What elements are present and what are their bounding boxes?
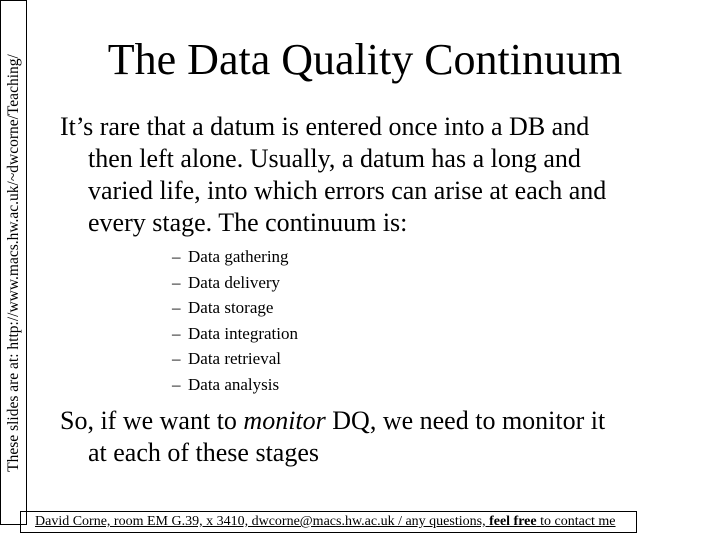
footer-contact-text: David Corne, room EM G.39, x 3410, dwcor… — [35, 513, 616, 531]
dash-bullet-icon: – — [172, 323, 181, 343]
slide-title: The Data Quality Continuum — [107, 35, 623, 84]
list-item: – Data integration — [172, 321, 298, 347]
stage-label: Data gathering — [188, 247, 289, 266]
stages-list: – Data gathering – Data delivery – Data sto… — [172, 244, 298, 398]
intro-line: varied life, into which errors can arise… — [88, 176, 607, 205]
conclusion-text: DQ, we need to monitor it — [325, 406, 606, 435]
list-item: – Data delivery — [172, 270, 298, 296]
dash-bullet-icon: – — [172, 374, 181, 394]
list-item: – Data analysis — [172, 372, 298, 398]
intro-paragraph: It’s rare that a datum is entered once i… — [60, 111, 660, 239]
list-item: – Data storage — [172, 295, 298, 321]
intro-line: every stage. The continuum is: — [88, 208, 408, 237]
conclusion-line: at each of these stages — [88, 438, 320, 467]
emphasis-monitor: monitor — [243, 406, 326, 435]
conclusion-text: So, if we want to — [60, 406, 244, 435]
footer-contact-box: David Corne, room EM G.39, x 3410, dwcor… — [20, 511, 637, 533]
footer-bold-text: feel free — [489, 514, 537, 529]
conclusion-paragraph: So, if we want to monitor DQ, we need to… — [60, 405, 660, 469]
intro-line: It’s rare that a datum is entered once i… — [60, 112, 590, 141]
dash-bullet-icon: – — [172, 247, 181, 266]
stage-label: Data integration — [188, 323, 298, 343]
dash-bullet-icon: – — [172, 349, 181, 369]
list-item: – Data gathering — [172, 244, 298, 270]
intro-line: then left alone. Usually, a datum has a … — [88, 144, 581, 173]
dash-bullet-icon: – — [172, 298, 181, 318]
list-item: – Data retrieval — [172, 346, 298, 372]
footer-contact-suffix: to contact me — [536, 514, 616, 529]
stage-label: Data storage — [188, 298, 274, 318]
slides-url-note: These slides are at: http://www.macs.hw.… — [5, 54, 22, 472]
stage-label: Data retrieval — [188, 349, 281, 369]
dash-bullet-icon: – — [172, 272, 181, 292]
stage-label: Data analysis — [188, 374, 280, 394]
stage-label: Data delivery — [188, 272, 281, 292]
slides-url-box: These slides are at: http://www.macs.hw.… — [0, 0, 27, 525]
conclusion-line: So, if we want to monitor DQ, we need to… — [60, 405, 660, 437]
footer-contact-info: David Corne, room EM G.39, x 3410, dwcor… — [35, 514, 490, 529]
